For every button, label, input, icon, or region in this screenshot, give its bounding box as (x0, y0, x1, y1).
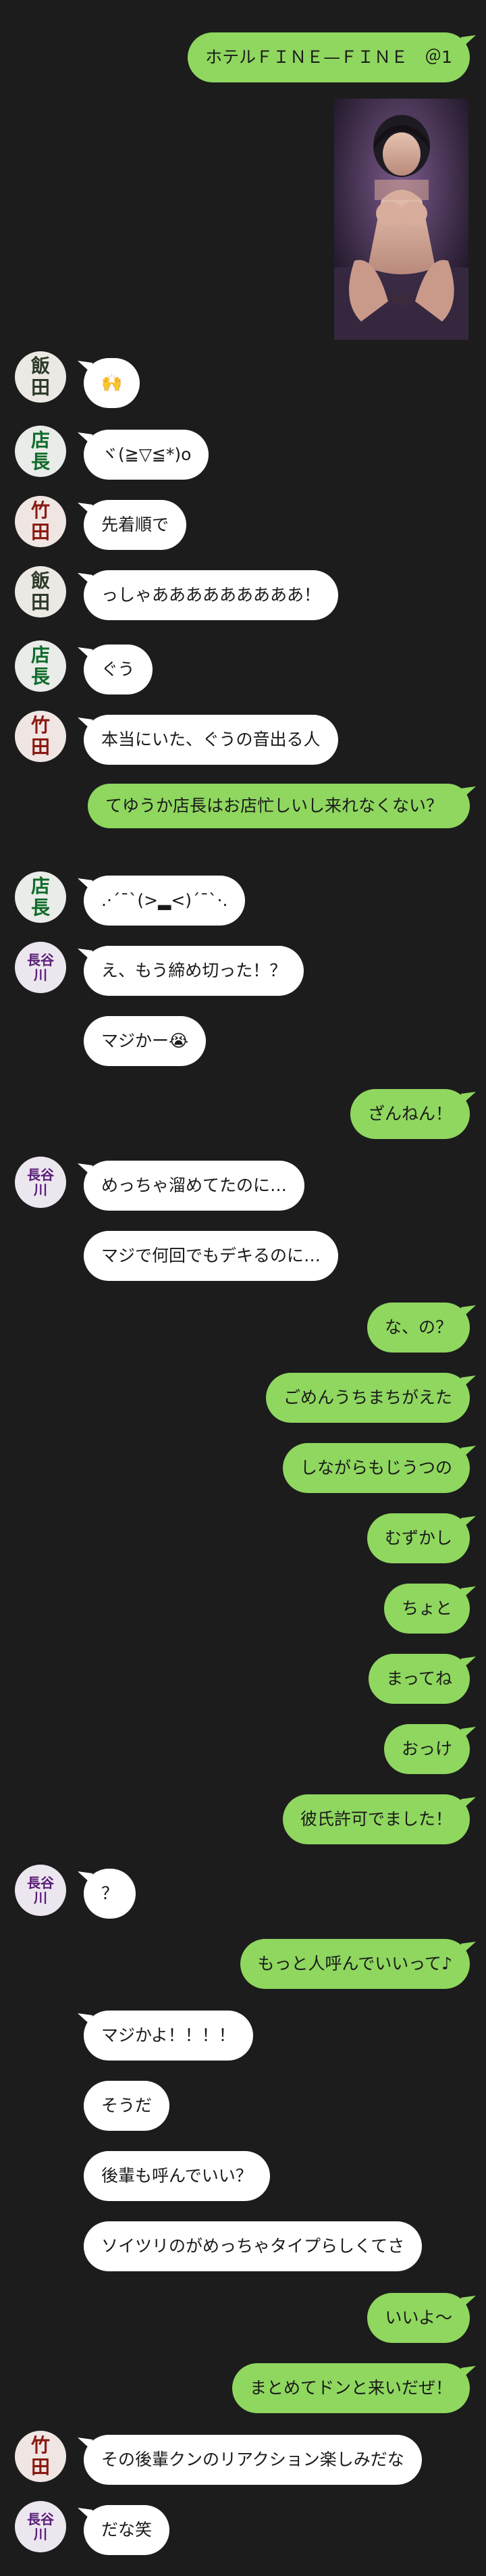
outgoing-message[interactable]: もっと人呼んでいいって♪ (240, 1939, 470, 1989)
outgoing-message[interactable]: むずかし (367, 1513, 470, 1563)
outgoing-message[interactable]: しながらもじうつの (282, 1443, 470, 1493)
incoming-message[interactable]: だな笑 (84, 2505, 170, 2555)
chat-log: ホテルＦＩＮＥ—ＦＩＮＥ ＠1 飯田 🙌 店長 ヾ(≧▽≦*)o 竹田 先着順で… (0, 0, 486, 2576)
incoming-message[interactable]: 後輩も呼んでいい？ (84, 2151, 270, 2201)
outgoing-message[interactable]: ごめんうちまちがえた (265, 1373, 470, 1423)
incoming-message[interactable]: っしゃあああああああああ！ (84, 570, 339, 620)
avatar-hasegawa[interactable]: 長谷川 (15, 1157, 66, 1208)
outgoing-message[interactable]: いいよ～ (367, 2293, 470, 2343)
incoming-message[interactable]: そうだ (84, 2081, 170, 2131)
photo-illustration (334, 99, 468, 340)
avatar-takeda[interactable]: 竹田 (15, 711, 66, 762)
incoming-message[interactable]: めっちゃ溜めてたのに… (84, 1161, 305, 1211)
incoming-message[interactable]: マジかー😭 (84, 1016, 207, 1066)
incoming-message[interactable]: マジかよ！！！！ (84, 2011, 253, 2061)
outgoing-message[interactable]: ホテルＦＩＮＥ—ＦＩＮＥ ＠1 (188, 32, 470, 82)
outgoing-message[interactable]: おっけ (383, 1724, 470, 1774)
outgoing-message[interactable]: てゆうか店長はお店忙しいし来れなくない？ (88, 784, 470, 828)
avatar-tencho[interactable]: 店長 (15, 640, 66, 692)
avatar-hasegawa[interactable]: 長谷川 (15, 942, 66, 993)
avatar-takeda[interactable]: 竹田 (15, 496, 66, 547)
avatar-tencho[interactable]: 店長 (15, 872, 66, 923)
avatar-hasegawa[interactable]: 長谷川 (15, 2501, 66, 2552)
outgoing-message[interactable]: な、の？ (367, 1303, 470, 1353)
outgoing-message[interactable]: ざんねん！ (350, 1089, 470, 1139)
incoming-message[interactable]: マジで何回でもデキるのに… (84, 1231, 339, 1281)
incoming-message[interactable]: ソイツリのがめっちゃタイプらしくてさ (84, 2221, 423, 2271)
outgoing-message[interactable]: まとめてドンと来いだぜ！ (232, 2363, 470, 2413)
incoming-message[interactable]: 🙌 (84, 358, 140, 408)
incoming-message[interactable]: え、もう締め切った！？ (84, 946, 304, 996)
incoming-message[interactable]: ぐう (84, 645, 153, 694)
incoming-message[interactable]: その後輩クンのリアクション楽しみだな (84, 2435, 422, 2485)
incoming-message[interactable]: 本当にいた、ぐうの音出る人 (84, 715, 338, 765)
avatar-iida[interactable]: 飯田 (15, 566, 66, 617)
outgoing-message[interactable]: ちょと (383, 1584, 470, 1634)
image-attachment[interactable] (334, 99, 468, 340)
outgoing-message[interactable]: まってね (369, 1654, 470, 1704)
avatar-takeda[interactable]: 竹田 (15, 2431, 66, 2482)
avatar-hasegawa[interactable]: 長谷川 (15, 1865, 66, 1916)
incoming-message[interactable]: .·´¯`(>▂<)´¯`·. (84, 876, 246, 926)
avatar-tencho[interactable]: 店長 (15, 426, 66, 477)
incoming-message[interactable]: 先着順で (84, 500, 187, 550)
incoming-message[interactable]: ヾ(≧▽≦*)o (84, 430, 209, 480)
avatar-iida[interactable]: 飯田 (15, 351, 66, 403)
incoming-message[interactable]: ？ (84, 1869, 136, 1919)
outgoing-message[interactable]: 彼氏許可でました！ (282, 1794, 470, 1844)
